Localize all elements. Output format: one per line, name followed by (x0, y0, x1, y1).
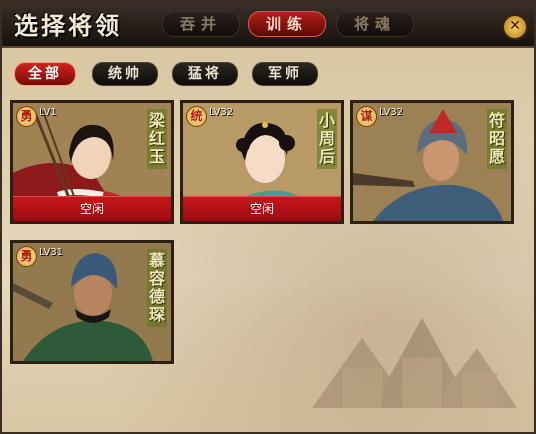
general-card[interactable]: 勇 LV31 慕容德琛 (10, 240, 174, 364)
general-type-badge: 勇 (16, 246, 37, 267)
general-level: LV32 (379, 107, 404, 118)
general-name: 梁红玉 (147, 109, 167, 169)
tab-annex[interactable]: 吞并 (162, 11, 240, 37)
filter-warrior[interactable]: 猛将 (172, 62, 238, 86)
content-panel: 全部 统帅 猛将 军师 勇 LV1 梁红玉 空闲 统 LV32 小周后 空闲 谋… (2, 48, 534, 432)
general-card[interactable]: 勇 LV1 梁红玉 空闲 (10, 100, 174, 224)
general-type-badge: 谋 (356, 106, 377, 127)
title-bar: 选择将领 吞并 训练 将魂 ✕ (2, 2, 534, 48)
general-name: 小周后 (317, 109, 337, 169)
general-card[interactable]: 谋 LV32 符昭愿 (350, 100, 514, 224)
general-status: 空闲 (13, 196, 171, 221)
close-x-icon: ✕ (509, 18, 521, 34)
background-city-illustration (312, 318, 517, 408)
general-status: 空闲 (183, 196, 341, 221)
general-card[interactable]: 统 LV32 小周后 空闲 (180, 100, 344, 224)
general-type-badge: 勇 (16, 106, 37, 127)
window-title: 选择将领 (14, 11, 122, 40)
filter-all[interactable]: 全部 (14, 62, 76, 86)
general-level: LV31 (39, 247, 64, 258)
select-general-window: 选择将领 吞并 训练 将魂 ✕ 全部 统帅 猛将 军师 勇 LV1 梁红玉 空闲… (0, 0, 536, 434)
close-button[interactable]: ✕ (502, 14, 528, 40)
general-name: 慕容德琛 (147, 249, 167, 327)
general-name: 符昭愿 (487, 109, 507, 169)
general-level: LV1 (39, 107, 57, 118)
filter-strategist[interactable]: 军师 (252, 62, 318, 86)
filter-commander[interactable]: 统帅 (92, 62, 158, 86)
tab-soul[interactable]: 将魂 (336, 11, 414, 37)
general-type-badge: 统 (186, 106, 207, 127)
tab-train[interactable]: 训练 (248, 11, 326, 37)
general-level: LV32 (209, 107, 234, 118)
